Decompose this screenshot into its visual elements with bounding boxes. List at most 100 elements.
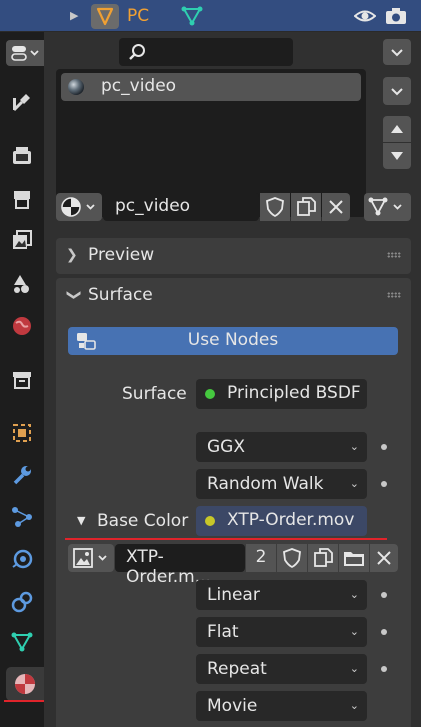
material-slot-name: pc_video	[101, 76, 177, 96]
properties-tab-bar	[0, 32, 44, 727]
material-icon[interactable]	[6, 667, 44, 701]
chevron-down-icon	[391, 88, 403, 96]
collapse-triangle-icon[interactable]: ▼	[77, 514, 85, 527]
surface-label: Surface	[122, 384, 187, 404]
socket-dot-icon	[381, 629, 387, 635]
drag-grip-icon[interactable]	[387, 252, 401, 258]
physics-icon[interactable]	[6, 542, 38, 576]
list-item[interactable]: pc_video	[61, 73, 361, 101]
duplicate-icon	[314, 548, 333, 567]
folder-icon	[344, 552, 364, 566]
subsurface-method-value: Random Walk	[207, 474, 324, 494]
drag-grip-icon[interactable]	[387, 292, 401, 298]
output-icon[interactable]	[6, 182, 38, 216]
modifier-icon[interactable]	[6, 458, 38, 492]
triangle-up-icon	[391, 125, 403, 133]
surface-panel-header[interactable]: ❯ Surface	[56, 278, 411, 314]
constraints-icon[interactable]	[6, 585, 38, 619]
particles-icon[interactable]	[6, 500, 38, 534]
unlink-button[interactable]	[322, 193, 350, 221]
chevron-down-icon: ⌄	[349, 440, 359, 453]
data-icon[interactable]	[6, 625, 38, 659]
outliner-row[interactable]: ▶ PC	[0, 0, 421, 32]
image-unlink-button[interactable]	[370, 544, 398, 572]
interpolation-dropdown[interactable]: Linear ⌄	[196, 580, 367, 610]
socket-dot-icon	[381, 666, 387, 672]
projection-dropdown[interactable]: Flat ⌄	[196, 617, 367, 647]
highlight-underline	[65, 538, 387, 540]
collection-icon[interactable]	[6, 363, 38, 397]
image-fake-user-button[interactable]	[277, 544, 307, 572]
eye-icon[interactable]	[353, 6, 377, 31]
object-type-icon	[91, 4, 119, 29]
object-name[interactable]: PC	[127, 6, 149, 26]
browse-material-button[interactable]	[56, 193, 102, 221]
image-duplicate-button[interactable]	[308, 544, 338, 572]
chevron-down-icon: ⌄	[349, 662, 359, 675]
chevron-down-icon: ⌄	[349, 477, 359, 490]
surface-panel-title: Surface	[88, 285, 153, 305]
move-down-button[interactable]	[383, 143, 411, 169]
close-icon	[329, 200, 343, 214]
browse-image-button[interactable]	[68, 544, 114, 572]
preview-panel-header[interactable]: ❯ Preview	[56, 238, 411, 274]
active-tab-marker	[4, 700, 44, 702]
object-icon[interactable]	[6, 416, 38, 450]
surface-shader-field[interactable]: Principled BSDF	[196, 379, 367, 409]
socket-dot-icon	[381, 592, 387, 598]
options-dropdown[interactable]	[383, 39, 411, 65]
close-icon	[377, 551, 391, 565]
material-name-field[interactable]: pc_video	[103, 193, 259, 221]
image-name-field[interactable]: XTP-Order.m...	[115, 544, 245, 587]
source-value: Movie	[207, 696, 258, 716]
triangle-down-icon	[391, 152, 403, 160]
specials-menu-button[interactable]	[383, 77, 411, 105]
tool-icon[interactable]	[6, 85, 38, 119]
open-image-button[interactable]	[339, 544, 369, 572]
duplicate-icon	[297, 197, 316, 216]
base-color-input-field[interactable]: XTP-Order.mov	[196, 506, 367, 536]
preview-panel-title: Preview	[88, 245, 155, 265]
move-up-button[interactable]	[383, 116, 411, 142]
use-nodes-button[interactable]: Use Nodes	[68, 327, 398, 355]
distribution-value: GGX	[207, 437, 245, 457]
material-name: pc_video	[115, 196, 191, 216]
image-users-count: 2	[255, 547, 267, 567]
link-data-dropdown[interactable]	[364, 193, 411, 221]
shield-icon	[266, 197, 284, 218]
mesh-data-icon[interactable]	[180, 5, 204, 32]
chevron-down-icon: ❯	[65, 289, 82, 301]
shader-socket-icon	[205, 389, 215, 399]
chevron-down-icon: ⌄	[349, 625, 359, 638]
projection-value: Flat	[207, 622, 239, 642]
camera-icon[interactable]	[385, 6, 407, 31]
duplicate-button[interactable]	[291, 193, 321, 221]
chevron-down-icon: ⌄	[349, 588, 359, 601]
editor-type-button[interactable]	[6, 40, 44, 66]
color-socket-icon	[205, 516, 215, 526]
socket-dot-icon	[381, 444, 387, 450]
chevron-right-icon: ❯	[66, 247, 78, 263]
material-sphere-icon	[68, 79, 84, 95]
expand-arrow-icon[interactable]: ▶	[70, 9, 78, 22]
interpolation-value: Linear	[207, 585, 260, 605]
surface-shader-name: Principled BSDF	[227, 383, 361, 403]
view-layer-icon[interactable]	[6, 223, 38, 257]
chevron-down-icon: ⌄	[349, 699, 359, 712]
use-nodes-label: Use Nodes	[187, 330, 279, 350]
image-users-button[interactable]: 2	[246, 544, 276, 572]
render-icon[interactable]	[6, 139, 38, 173]
world-icon[interactable]	[6, 309, 38, 343]
extension-dropdown[interactable]: Repeat ⌄	[196, 654, 367, 684]
properties-editor: pc_video ▶ pc_video ❯ Preview ❯ Surface	[44, 32, 421, 727]
source-dropdown[interactable]: Movie ⌄	[196, 691, 367, 721]
socket-dot-icon	[381, 481, 387, 487]
fake-user-button[interactable]	[260, 193, 290, 221]
scene-icon[interactable]	[6, 267, 38, 301]
chevron-down-icon	[391, 49, 403, 57]
subsurface-method-dropdown[interactable]: Random Walk ⌄	[196, 469, 367, 499]
search-field[interactable]	[119, 38, 293, 66]
search-icon	[129, 44, 145, 60]
shield-icon	[283, 548, 301, 569]
distribution-dropdown[interactable]: GGX ⌄	[196, 432, 367, 462]
